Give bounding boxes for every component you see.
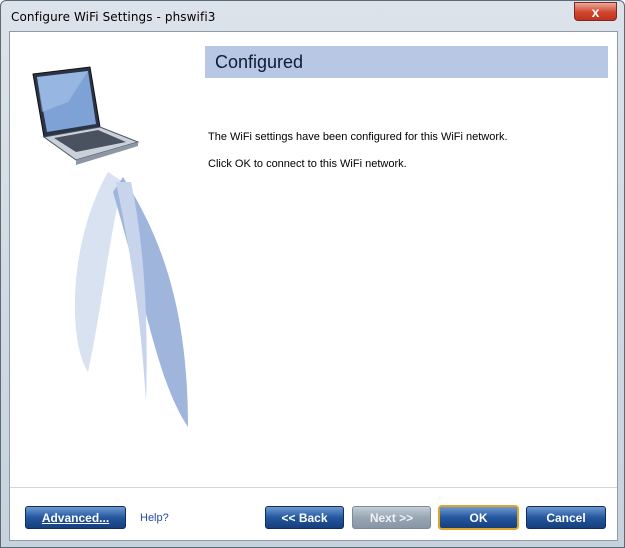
close-button[interactable]: x	[574, 2, 617, 21]
back-button-label: << Back	[281, 510, 328, 525]
ok-button-label: OK	[469, 510, 488, 525]
footer-divider	[10, 487, 617, 488]
laptop-illustration	[32, 66, 188, 427]
status-message: The WiFi settings have been configured f…	[208, 131, 508, 143]
advanced-button-label: Advanced...	[41, 510, 110, 525]
dialog-body: Configured The WiFi settings have been c…	[9, 31, 618, 541]
next-button-label: Next >>	[369, 510, 414, 525]
next-button[interactable]: Next >>	[352, 506, 431, 529]
title-bar[interactable]: Configure WiFi Settings - phswifi3 x	[1, 1, 624, 31]
cancel-button-label: Cancel	[546, 510, 586, 525]
dialog-window: Configure WiFi Settings - phswifi3 x Con…	[0, 0, 625, 548]
window-title: Configure WiFi Settings - phswifi3	[11, 10, 216, 24]
close-icon: x	[591, 3, 600, 20]
cancel-button[interactable]: Cancel	[526, 506, 606, 529]
advanced-button[interactable]: Advanced...	[25, 506, 126, 529]
page-header: Configured	[205, 46, 608, 78]
instruction-message: Click OK to connect to this WiFi network…	[208, 158, 407, 170]
help-link[interactable]: Help?	[140, 512, 169, 524]
page-title: Configured	[215, 52, 304, 72]
back-button[interactable]: << Back	[265, 506, 344, 529]
ok-button[interactable]: OK	[438, 505, 519, 530]
